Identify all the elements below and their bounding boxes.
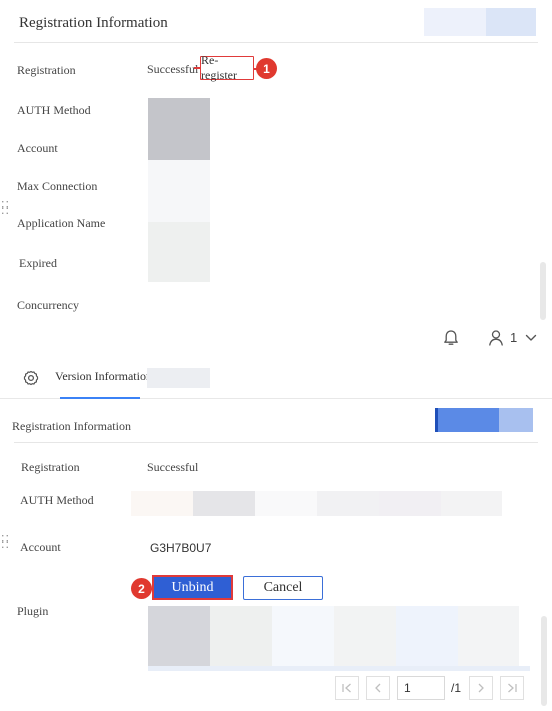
label-account: Account (20, 540, 61, 554)
first-page-button[interactable] (335, 676, 359, 700)
label-registration: Registration (17, 63, 76, 77)
label-application-name: Application Name (17, 216, 106, 230)
next-page-button[interactable] (469, 676, 493, 700)
section-title: Registration Information (12, 419, 131, 433)
last-page-icon (508, 683, 517, 693)
unbind-button[interactable]: Unbind (152, 575, 233, 600)
header-placeholder-block (424, 8, 486, 36)
step-badge-2: 2 (131, 578, 152, 599)
redacted-value-block (255, 491, 317, 516)
drag-handle-icon[interactable]: ⁚⁚ ⁚⁚ (1, 200, 10, 216)
user-count: 1 (510, 330, 518, 345)
drag-handle-icon[interactable]: ⁚⁚ ⁚⁚ (1, 534, 10, 550)
redacted-table-block (148, 606, 210, 666)
redacted-table-block (458, 606, 519, 666)
redacted-value-block (379, 491, 441, 516)
header-placeholder-block (499, 408, 533, 432)
scrollbar-thumb[interactable] (540, 262, 546, 320)
label-concurrency: Concurrency (17, 298, 79, 312)
redacted-table-block (210, 606, 272, 666)
tab-active-indicator (60, 397, 140, 399)
section-divider (14, 42, 538, 43)
total-pages: /1 (451, 681, 462, 695)
bell-icon[interactable] (443, 329, 459, 347)
redacted-table-block (334, 606, 396, 666)
section-divider (14, 442, 538, 443)
label-auth-method: AUTH Method (17, 103, 91, 117)
account-value: G3H7B0U7 (150, 541, 212, 555)
registration-panel-top: Registration Information Registration AU… (0, 0, 552, 320)
registration-status: Successful (147, 62, 199, 76)
redacted-value-block (441, 491, 502, 516)
first-page-icon (342, 683, 351, 693)
redacted-value-block (131, 491, 193, 516)
chevron-right-icon (478, 683, 484, 693)
chevron-down-icon[interactable] (525, 333, 537, 343)
scrollbar-thumb[interactable] (541, 616, 547, 706)
label-auth-method: AUTH Method (20, 493, 94, 507)
label-registration: Registration (21, 460, 80, 474)
label-account: Account (17, 141, 58, 155)
page-number-input[interactable] (397, 676, 445, 700)
header-placeholder-block (486, 8, 536, 36)
top-header-bar: 1 (0, 320, 552, 356)
redacted-value-block (148, 98, 210, 160)
chevron-left-icon (375, 683, 381, 693)
redacted-table-block (272, 606, 334, 666)
reregister-button[interactable]: Re-register (200, 53, 254, 82)
registration-status: Successful (147, 460, 199, 474)
cancel-button[interactable]: Cancel (243, 576, 323, 600)
prev-page-button[interactable] (366, 676, 390, 700)
section-title: Registration Information (19, 15, 168, 31)
last-page-button[interactable] (500, 676, 524, 700)
table-footer-strip (148, 666, 530, 671)
redacted-value-block (148, 160, 210, 222)
redacted-value-block (193, 491, 255, 516)
label-max-connection: Max Connection (17, 179, 98, 193)
label-expired: Expired (19, 256, 57, 270)
redacted-value-block (148, 222, 210, 282)
redacted-table-block (396, 606, 458, 666)
user-icon[interactable] (488, 329, 504, 347)
header-placeholder-block (435, 408, 499, 432)
redacted-tab-block (147, 368, 210, 388)
gear-icon (23, 370, 39, 386)
tab-version-information[interactable]: Version Information (55, 369, 152, 384)
step-badge-1: 1 (256, 58, 277, 79)
registration-panel-bottom: Version Information Registration Informa… (0, 356, 552, 711)
label-plugin: Plugin (17, 604, 49, 618)
redacted-value-block (317, 491, 379, 516)
